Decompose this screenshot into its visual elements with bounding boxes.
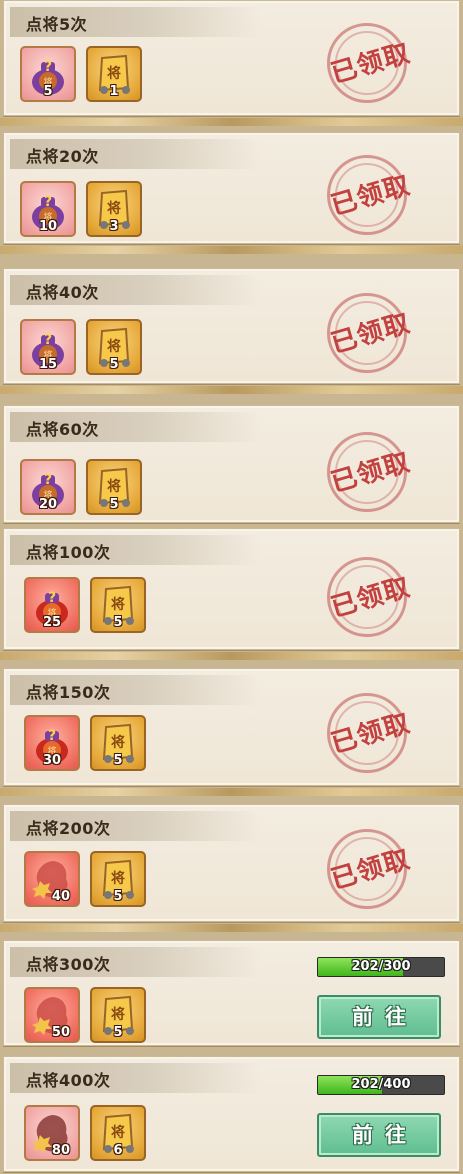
svg-text:将: 将	[111, 1006, 125, 1023]
item-count: 5	[109, 357, 119, 372]
item-count: 6	[113, 1143, 123, 1158]
lucky-bag-icon[interactable]: ? 将 10	[20, 181, 76, 237]
item-count: 5	[113, 753, 123, 768]
general-token-icon[interactable]: 将 5	[90, 987, 146, 1043]
item-count: 5	[43, 84, 53, 99]
lucky-bag-icon[interactable]: ? 将 5	[20, 46, 76, 102]
reward-card: 点将200次 40 将 5 已领取	[3, 804, 460, 922]
card-title: 点将200次	[26, 819, 111, 838]
progress-bar: 202/300	[317, 957, 445, 977]
reward-card: 点将300次 50 将 5 202/300 前往	[3, 940, 460, 1046]
lucky-bag-icon[interactable]: ? 将 25	[24, 577, 80, 633]
svg-text:?: ?	[44, 472, 52, 488]
reward-card: 点将20次 ? 将 10 将 3 已领取	[3, 132, 460, 244]
general-token-icon[interactable]: 将 5	[90, 851, 146, 907]
item-count: 25	[42, 615, 62, 630]
general-token-icon[interactable]: 将 6	[90, 1105, 146, 1161]
svg-text:将: 将	[111, 734, 125, 751]
general-token-icon[interactable]: 将 1	[86, 46, 142, 102]
card-title: 点将60次	[26, 420, 99, 439]
item-count: 5	[113, 615, 123, 630]
svg-text:?: ?	[48, 590, 56, 606]
svg-text:?: ?	[44, 332, 52, 348]
claimed-stamp: 已领取	[323, 553, 415, 645]
divider	[0, 924, 463, 932]
svg-text:将: 将	[107, 65, 121, 82]
general-fragment-icon[interactable]: 50	[24, 987, 80, 1043]
svg-text:将: 将	[111, 1124, 125, 1141]
svg-text:将: 将	[107, 338, 121, 355]
progress-bar: 202/400	[317, 1075, 445, 1095]
svg-text:将: 将	[111, 596, 125, 613]
lucky-bag-icon[interactable]: ? 将 15	[20, 319, 76, 375]
svg-text:?: ?	[48, 728, 56, 744]
divider	[0, 246, 463, 254]
general-token-icon[interactable]: 将 5	[86, 319, 142, 375]
card-title: 点将400次	[26, 1071, 111, 1090]
svg-text:?: ?	[44, 59, 52, 75]
svg-text:将: 将	[107, 478, 121, 495]
claimed-stamp: 已领取	[323, 151, 415, 243]
reward-card: 点将150次 ? 将 30 将 5 已领取	[3, 668, 460, 786]
item-count: 40	[51, 889, 70, 904]
reward-card: 点将60次 ? 将 20 将 5 已领取	[3, 405, 460, 523]
item-count: 5	[113, 1025, 123, 1040]
lucky-bag-icon[interactable]: ? 将 20	[20, 459, 76, 515]
claimed-stamp: 已领取	[323, 428, 415, 520]
general-token-icon[interactable]: 将 3	[86, 181, 142, 237]
item-count: 30	[42, 753, 62, 768]
general-token-icon[interactable]: 将 5	[90, 577, 146, 633]
divider	[0, 118, 463, 126]
item-count: 80	[51, 1143, 70, 1158]
svg-text:?: ?	[44, 194, 52, 210]
progress-text: 202/300	[351, 959, 411, 974]
card-title: 点将5次	[26, 15, 88, 34]
claimed-stamp: 已领取	[323, 689, 415, 781]
claimed-stamp: 已领取	[323, 289, 415, 381]
item-count: 1	[109, 84, 119, 99]
reward-card: 点将100次 ? 将 25 将 5 已领取	[3, 528, 460, 650]
divider	[0, 652, 463, 660]
card-title: 点将20次	[26, 147, 99, 166]
item-count: 50	[51, 1025, 70, 1040]
card-title: 点将40次	[26, 283, 99, 302]
card-title: 点将150次	[26, 683, 111, 702]
card-title: 点将300次	[26, 955, 111, 974]
divider	[0, 788, 463, 796]
item-count: 5	[109, 497, 119, 512]
go-button[interactable]: 前往	[317, 1113, 441, 1157]
item-count: 15	[38, 357, 58, 372]
lucky-bag-icon[interactable]: ? 将 30	[24, 715, 80, 771]
item-count: 10	[38, 219, 58, 234]
general-token-icon[interactable]: 将 5	[86, 459, 142, 515]
claimed-stamp: 已领取	[323, 825, 415, 917]
item-count: 20	[38, 497, 58, 512]
item-count: 5	[113, 889, 123, 904]
reward-card: 点将5次 ? 将 5 将 1 已领取	[3, 0, 460, 116]
reward-card: 点将40次 ? 将 15 将 5 已领取	[3, 268, 460, 384]
progress-text: 202/400	[351, 1077, 411, 1092]
go-button[interactable]: 前往	[317, 995, 441, 1039]
general-fragment-icon[interactable]: 40	[24, 851, 80, 907]
divider	[0, 386, 463, 394]
claimed-stamp: 已领取	[323, 19, 415, 111]
general-token-icon[interactable]: 将 5	[90, 715, 146, 771]
svg-text:将: 将	[107, 200, 121, 217]
svg-text:将: 将	[111, 870, 125, 887]
reward-list: 点将5次 ?将 5 将 1 已领取 点将20次 ?将 10 将 3 已领取	[0, 0, 463, 1174]
reward-card: 点将400次 80 将 6 202/400 前往	[3, 1056, 460, 1172]
card-title: 点将100次	[26, 543, 111, 562]
general-fragment-icon[interactable]: 80	[24, 1105, 80, 1161]
item-count: 3	[109, 219, 119, 234]
